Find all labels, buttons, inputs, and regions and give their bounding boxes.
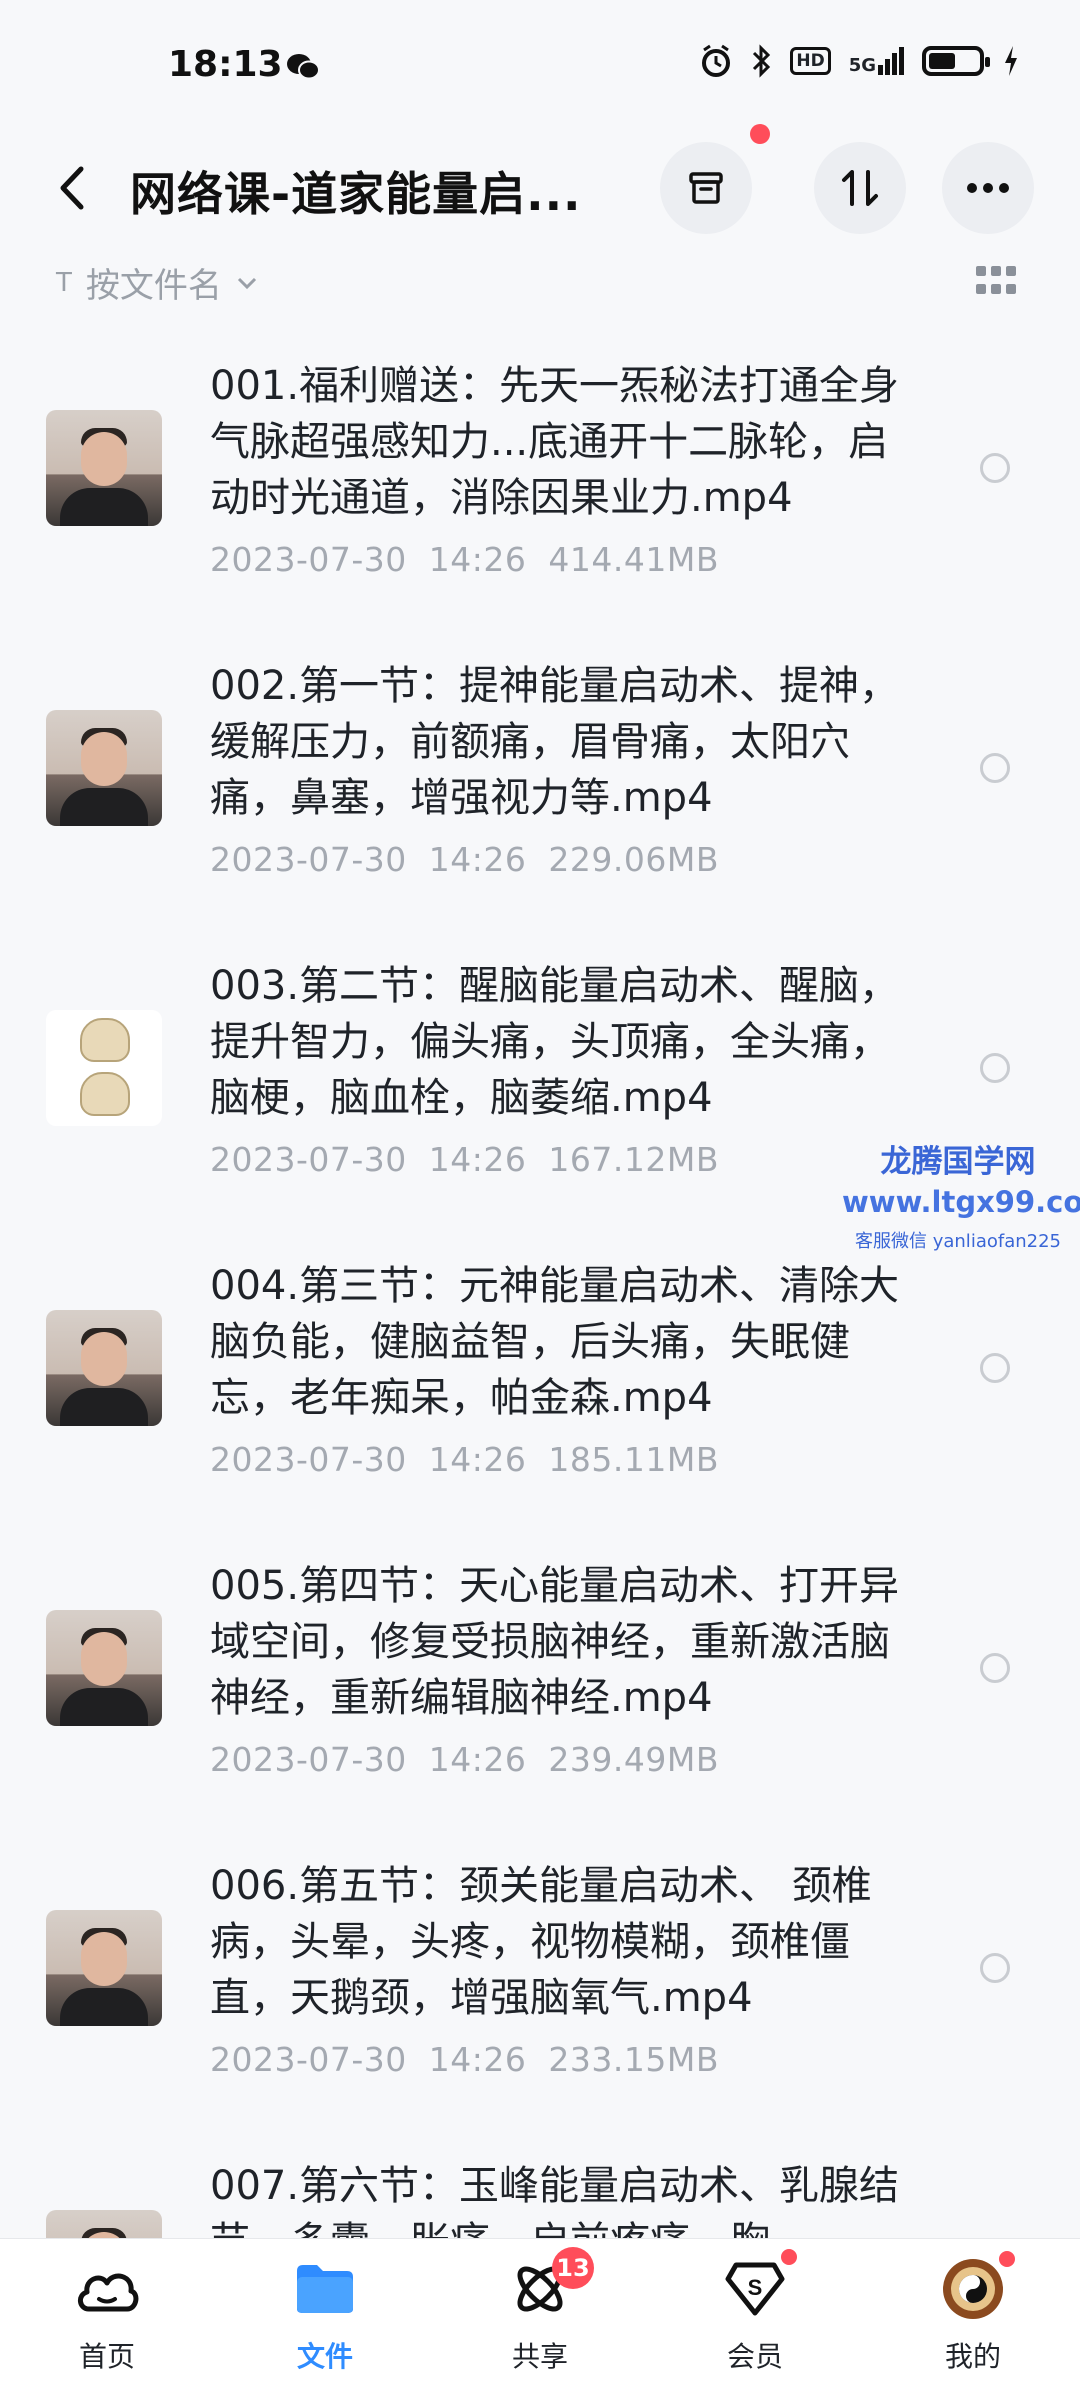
file-name: 002.第一节：提神能量启动术、提神，缓解压力，前额痛，眉骨痛，太阳穴痛，鼻塞，… xyxy=(210,663,900,821)
file-size: 229.06MB xyxy=(548,840,719,879)
file-date: 2023-07-30 xyxy=(210,840,407,879)
notification-dot xyxy=(750,124,770,144)
file-size: 185.11MB xyxy=(548,1440,719,1479)
alarm-icon xyxy=(702,44,731,77)
list-item[interactable]: 006.第五节：颈关能量启动术、 颈椎病，头晕，头疼，视物模糊，颈椎僵直，天鹅颈… xyxy=(0,1840,1080,2140)
file-meta: 2023-07-30 14:26 233.15MB xyxy=(210,2040,741,2079)
video-thumbnail xyxy=(46,1310,162,1426)
file-size: 239.49MB xyxy=(548,1740,719,1779)
profile-dot xyxy=(999,2251,1015,2267)
file-time: 14:26 xyxy=(428,2040,527,2079)
more-icon xyxy=(967,183,1009,193)
tab-label: 首页 xyxy=(78,2340,135,2373)
select-checkbox[interactable] xyxy=(980,1653,1010,1683)
tab-label: 会员 xyxy=(726,2340,783,2373)
sort-label: 按文件名 xyxy=(85,266,222,306)
signal-icon: 5G xyxy=(849,47,904,75)
file-time: 14:26 xyxy=(428,1740,527,1779)
file-time: 14:26 xyxy=(428,540,527,579)
select-checkbox[interactable] xyxy=(980,1353,1010,1383)
folder-icon xyxy=(293,2257,357,2321)
tab-label: 文件 xyxy=(296,2340,353,2373)
file-size: 414.41MB xyxy=(548,540,719,579)
network-type: 5G xyxy=(848,55,876,76)
select-checkbox[interactable] xyxy=(980,1053,1010,1083)
tab-profile[interactable]: 我的 xyxy=(898,2251,1048,2397)
status-bar: 18:13 HD 5G xyxy=(0,0,1080,130)
file-time: 14:26 xyxy=(428,840,527,879)
hd-indicator: HD xyxy=(790,47,831,75)
file-name: 006.第五节：颈关能量启动术、 颈椎病，头晕，头疼，视物模糊，颈椎僵直，天鹅颈… xyxy=(210,1863,872,2021)
member-dot xyxy=(781,2249,797,2265)
file-meta: 2023-07-30 14:26 414.41MB xyxy=(210,540,741,579)
video-thumbnail xyxy=(46,410,162,526)
chevron-down-icon xyxy=(237,277,256,289)
tab-label: 我的 xyxy=(944,2340,1001,2373)
status-icons: HD 5G xyxy=(700,44,1020,78)
watermark-title: 龙腾国学网 xyxy=(880,1144,1036,1180)
svg-text:S: S xyxy=(748,2275,763,2300)
file-name: 003.第二节：醒脑能量启动术、醒脑，提升智力，偏头痛，头顶痛，全头痛，脑梗，脑… xyxy=(210,963,900,1121)
select-checkbox[interactable] xyxy=(980,1953,1010,1983)
file-size: 167.12MB xyxy=(548,1140,719,1179)
tab-share[interactable]: 13 共享 xyxy=(465,2247,615,2397)
watermark-contact: 客服微信 yanliaofan225 xyxy=(855,1231,1061,1252)
file-meta: 2023-07-30 14:26 229.06MB xyxy=(210,840,741,879)
sort-order-button[interactable] xyxy=(814,142,906,234)
bottom-tab-bar: 首页 文件 13 共享 S 会员 我的 xyxy=(0,2238,1080,2401)
avatar xyxy=(941,2251,1015,2321)
file-date: 2023-07-30 xyxy=(210,1140,407,1179)
member-diamond-icon: S xyxy=(723,2249,797,2321)
back-button[interactable] xyxy=(48,160,96,216)
share-badge: 13 xyxy=(552,2247,594,2289)
video-thumbnail xyxy=(46,1910,162,2026)
chevron-left-icon xyxy=(60,166,84,210)
video-thumbnail xyxy=(46,710,162,826)
file-time: 14:26 xyxy=(428,1140,527,1179)
select-checkbox[interactable] xyxy=(980,753,1010,783)
clock: 18:13 xyxy=(168,44,283,85)
sort-type-icon: T xyxy=(56,267,72,298)
file-name: 001.福利赠送：先天一炁秘法打通全身气脉超强感知力...底通开十二脉轮，启动时… xyxy=(210,363,900,521)
select-checkbox[interactable] xyxy=(980,453,1010,483)
watermark-url: www.ltgx99.com xyxy=(842,1185,1080,1219)
list-item[interactable]: 004.第三节：元神能量启动术、清除大脑负能，健脑益智，后头痛，失眠健忘，老年痴… xyxy=(0,1240,1080,1540)
file-date: 2023-07-30 xyxy=(210,540,407,579)
list-item[interactable]: 001.福利赠送：先天一炁秘法打通全身气脉超强感知力...底通开十二脉轮，启动时… xyxy=(0,340,1080,640)
watermark: 龙腾国学网 www.ltgx99.com 客服微信 yanliaofan225 xyxy=(842,1136,1080,1253)
video-thumbnail xyxy=(46,1010,162,1126)
file-time: 14:26 xyxy=(428,1440,527,1479)
sort-arrows-icon xyxy=(842,170,878,206)
file-list: 001.福利赠送：先天一炁秘法打通全身气脉超强感知力...底通开十二脉轮，启动时… xyxy=(0,340,1080,2260)
file-name: 005.第四节：天心能量启动术、打开异域空间，修复受损脑神经，重新激活脑神经，重… xyxy=(210,1563,900,1721)
archive-icon xyxy=(689,172,723,204)
charging-icon xyxy=(1005,46,1017,76)
tab-files[interactable]: 文件 xyxy=(250,2257,400,2397)
tab-label: 共享 xyxy=(511,2340,568,2373)
list-item[interactable]: 005.第四节：天心能量启动术、打开异域空间，修复受损脑神经，重新激活脑神经，重… xyxy=(0,1540,1080,1840)
more-button[interactable] xyxy=(942,142,1034,234)
file-name: 004.第三节：元神能量启动术、清除大脑负能，健脑益智，后头痛，失眠健忘，老年痴… xyxy=(210,1263,900,1421)
sort-selector[interactable]: T 按文件名 xyxy=(56,258,258,307)
bluetooth-icon xyxy=(753,44,771,78)
list-item[interactable]: 002.第一节：提神能量启动术、提神，缓解压力，前额痛，眉骨痛，太阳穴痛，鼻塞，… xyxy=(0,640,1080,940)
battery-icon xyxy=(922,46,990,76)
file-meta: 2023-07-30 14:26 185.11MB xyxy=(210,1440,741,1479)
file-date: 2023-07-30 xyxy=(210,1440,407,1479)
video-thumbnail xyxy=(46,1610,162,1726)
share-orbit-icon: 13 xyxy=(508,2247,594,2321)
page-title: 网络课-道家能量启... xyxy=(130,167,582,221)
file-date: 2023-07-30 xyxy=(210,2040,407,2079)
file-size: 233.15MB xyxy=(548,2040,719,2079)
file-meta: 2023-07-30 14:26 167.12MB xyxy=(210,1140,741,1179)
wechat-icon xyxy=(287,54,320,80)
file-date: 2023-07-30 xyxy=(210,1740,407,1779)
file-meta: 2023-07-30 14:26 239.49MB xyxy=(210,1740,741,1779)
tab-member[interactable]: S 会员 xyxy=(680,2249,830,2397)
archive-button[interactable] xyxy=(660,142,752,234)
grid-view-toggle[interactable] xyxy=(976,266,1016,296)
tab-home[interactable]: 首页 xyxy=(32,2257,182,2397)
cloud-icon xyxy=(75,2257,139,2321)
